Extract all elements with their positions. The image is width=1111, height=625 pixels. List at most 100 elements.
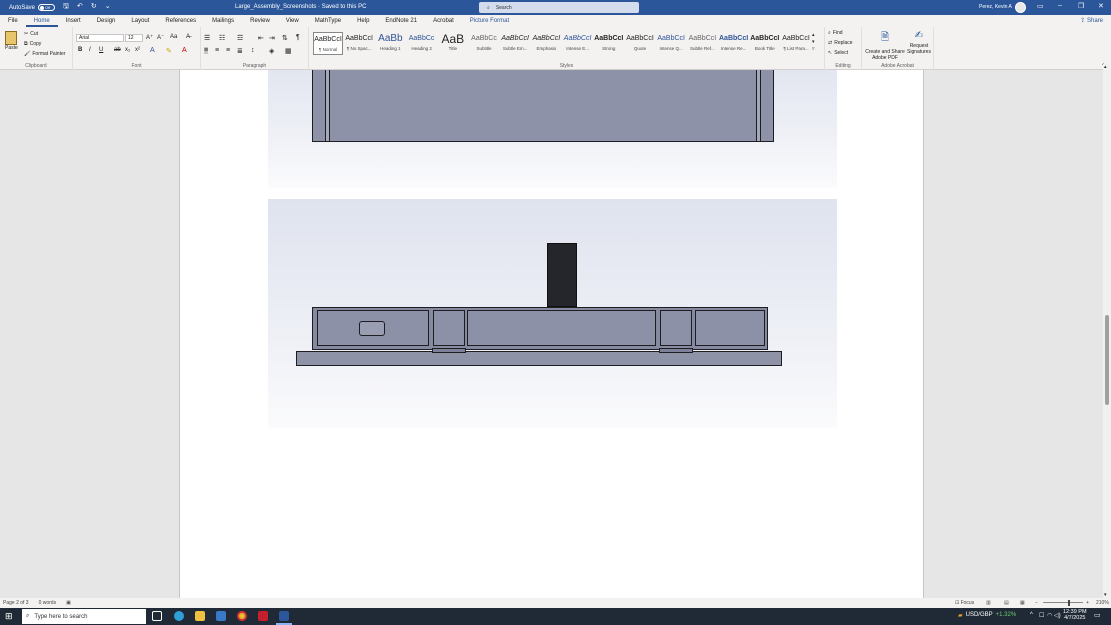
- align-left-icon[interactable]: ≡: [204, 47, 209, 54]
- request-signatures-button[interactable]: ✍ Request Signatures: [906, 30, 932, 55]
- align-right-icon[interactable]: ≡: [226, 47, 230, 54]
- file-explorer-icon[interactable]: [195, 611, 205, 621]
- change-case-icon[interactable]: Aa: [170, 34, 177, 40]
- italic-icon[interactable]: I: [89, 47, 91, 53]
- tab-insert[interactable]: Insert: [58, 15, 89, 27]
- tab-design[interactable]: Design: [89, 15, 124, 27]
- style-intense-re[interactable]: AaBbCcI Intense Re...: [719, 32, 749, 55]
- minimize-icon[interactable]: –: [1058, 2, 1062, 9]
- copy-button[interactable]: ⧉ Copy: [24, 41, 41, 47]
- windows-start-icon[interactable]: ⊞: [5, 611, 13, 622]
- line-spacing-icon[interactable]: ↕: [251, 47, 255, 54]
- align-center-icon[interactable]: ≡: [215, 47, 219, 54]
- redo-icon[interactable]: ↻: [91, 2, 97, 13]
- bullets-icon[interactable]: ☰: [204, 34, 210, 42]
- customize-qat-icon[interactable]: ⌄: [105, 2, 111, 13]
- underline-icon[interactable]: U: [99, 47, 103, 53]
- font-color-icon[interactable]: A: [182, 47, 187, 54]
- task-view-icon[interactable]: [152, 611, 162, 621]
- vertical-scrollbar[interactable]: ▴ ▾: [1103, 64, 1111, 598]
- autosave[interactable]: AutoSave Off: [9, 4, 56, 11]
- scroll-up-icon[interactable]: ▴: [1104, 64, 1107, 70]
- share-button[interactable]: ⇪ Share: [1080, 17, 1103, 24]
- autosave-toggle[interactable]: Off: [38, 4, 56, 11]
- more-styles-icon[interactable]: ▿: [812, 46, 815, 52]
- document-page[interactable]: [179, 70, 924, 598]
- bold-icon[interactable]: B: [78, 47, 82, 53]
- scroll-thumb[interactable]: [1105, 315, 1109, 405]
- tab-mathtype[interactable]: MathType: [307, 15, 349, 27]
- font-name-box[interactable]: Arial: [76, 34, 124, 42]
- style-normal[interactable]: AaBbCcI ¶ Normal: [313, 32, 343, 55]
- zoom-slider[interactable]: [1043, 602, 1083, 603]
- web-layout-icon[interactable]: ▦: [1020, 600, 1025, 606]
- cad-image-top[interactable]: [268, 70, 837, 188]
- style-heading-2[interactable]: AaBbCc Heading 2: [407, 32, 437, 55]
- superscript-icon[interactable]: x²: [135, 47, 140, 53]
- tab-view[interactable]: View: [278, 15, 307, 27]
- show-marks-icon[interactable]: ¶: [296, 34, 300, 41]
- justify-icon[interactable]: ≣: [237, 47, 243, 55]
- tab-home[interactable]: Home: [25, 15, 58, 27]
- avatar[interactable]: [1015, 2, 1026, 13]
- format-painter-button[interactable]: 🖌 Format Painter: [24, 51, 65, 57]
- chevron-down-icon[interactable]: ▾: [812, 39, 815, 45]
- style-intense-q[interactable]: AaBbCcI Intense Q...: [656, 32, 686, 55]
- shrink-font-icon[interactable]: A⁻: [157, 34, 164, 41]
- ribbon-display-icon[interactable]: ▭: [1037, 2, 1044, 10]
- tab-review[interactable]: Review: [242, 15, 278, 27]
- style-intense-e[interactable]: AaBbCcI Intense E...: [563, 32, 593, 55]
- style-heading-1[interactable]: AaBb Heading 1: [375, 32, 405, 55]
- replace-button[interactable]: ⇄ Replace: [828, 40, 853, 46]
- proofing-icon[interactable]: ▣: [66, 600, 71, 606]
- style-subtitle[interactable]: AaBbCc Subtitle: [469, 32, 499, 55]
- word-count[interactable]: 0 words: [39, 600, 57, 606]
- network-icon[interactable]: ☐: [1039, 612, 1044, 619]
- zoom-slider-thumb[interactable]: [1068, 600, 1070, 606]
- cad-image-front-view[interactable]: [268, 199, 837, 428]
- style-subtle-ref[interactable]: AaBbCcI Subtle Ref...: [687, 32, 717, 55]
- zoom-level[interactable]: 210%: [1096, 600, 1109, 606]
- shading-icon[interactable]: ◈: [269, 47, 274, 55]
- tab-file[interactable]: File: [0, 15, 26, 27]
- style-subtle-em[interactable]: AaBbCcI Subtle Em...: [500, 32, 530, 55]
- zoom-out-icon[interactable]: −: [1035, 600, 1038, 606]
- close-icon[interactable]: ✕: [1098, 2, 1104, 10]
- notifications-icon[interactable]: ▭: [1094, 611, 1101, 619]
- multilevel-list-icon[interactable]: ☲: [237, 34, 243, 42]
- zoom-in-icon[interactable]: +: [1086, 600, 1089, 606]
- user-name[interactable]: Perez, Kevin A: [979, 4, 1012, 10]
- borders-icon[interactable]: ▦: [285, 47, 292, 55]
- grow-font-icon[interactable]: A⁺: [146, 34, 153, 41]
- undo-icon[interactable]: ↶: [77, 2, 83, 13]
- tab-mailings[interactable]: Mailings: [204, 15, 242, 27]
- tab-references[interactable]: References: [157, 15, 204, 27]
- increase-indent-icon[interactable]: ⇥: [269, 34, 275, 42]
- clear-formatting-icon[interactable]: A̶: [186, 34, 190, 40]
- paste-button[interactable]: Paste: [5, 31, 18, 51]
- focus-button[interactable]: ⊡ Focus: [955, 600, 974, 606]
- edge-icon[interactable]: [174, 611, 184, 621]
- tab-endnote-21[interactable]: EndNote 21: [377, 15, 425, 27]
- text-effects-icon[interactable]: A: [150, 47, 155, 54]
- maximize-icon[interactable]: ❐: [1078, 2, 1084, 10]
- style-title[interactable]: AaB Title: [438, 32, 468, 55]
- font-size-box[interactable]: 12: [125, 34, 143, 42]
- tab-acrobat[interactable]: Acrobat: [425, 15, 462, 27]
- style-emphasis[interactable]: AaBbCcI Emphasis: [531, 32, 561, 55]
- tab-picture-format[interactable]: Picture Format: [462, 15, 517, 27]
- style-no-spac[interactable]: AaBbCcI ¶ No Spac...: [344, 32, 374, 55]
- ticker-widget[interactable]: ▰ USD/GBP +1.32%: [958, 612, 1016, 619]
- decrease-indent-icon[interactable]: ⇤: [258, 34, 264, 42]
- style-quote[interactable]: AaBbCcI Quote: [625, 32, 655, 55]
- chrome-icon[interactable]: [237, 611, 247, 621]
- sort-icon[interactable]: ⇅: [282, 34, 288, 42]
- chevron-up-icon[interactable]: ▴: [812, 32, 815, 38]
- page-count[interactable]: Page 2 of 3: [3, 600, 29, 606]
- style-list-para[interactable]: AaBbCcI ¶ List Para...: [781, 32, 811, 55]
- style-book-title[interactable]: AaBbCcI Book Title: [750, 32, 780, 55]
- clock[interactable]: 12:39 PM 4/7/2025: [1063, 609, 1087, 621]
- wifi-icon[interactable]: ◠: [1047, 612, 1052, 619]
- cut-button[interactable]: ✂ Cut: [24, 31, 38, 37]
- numbering-icon[interactable]: ☷: [219, 34, 225, 42]
